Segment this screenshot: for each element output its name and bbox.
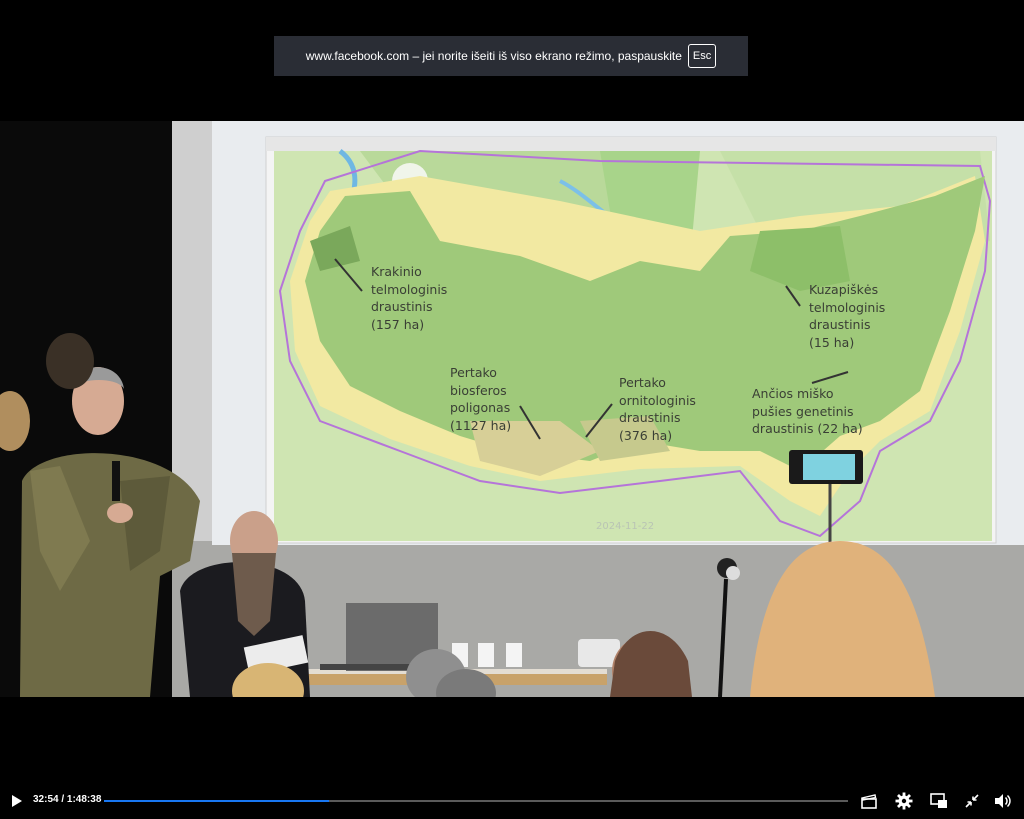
picture-in-picture-icon bbox=[930, 793, 947, 808]
player-controls: 32:54 / 1:48:38 bbox=[0, 786, 1024, 816]
play-icon bbox=[12, 795, 22, 807]
gear-icon bbox=[895, 792, 913, 810]
volume-button[interactable] bbox=[992, 786, 1014, 816]
volume-icon bbox=[995, 794, 1011, 808]
esc-key-badge: Esc bbox=[687, 44, 717, 68]
map-label-krakinio: Krakinio telmologinis draustinis (157 ha… bbox=[371, 264, 448, 332]
exit-fullscreen-icon bbox=[965, 794, 979, 808]
pip-button[interactable] bbox=[928, 786, 950, 816]
fullscreen-notice: www.facebook.com – jei norite išeiti iš … bbox=[274, 36, 748, 76]
slide-date: 2024-11-22 bbox=[596, 521, 655, 532]
time-display: 32:54 / 1:48:38 bbox=[33, 794, 102, 805]
video-frame[interactable]: Krakinio telmologinis draustinis (157 ha… bbox=[0, 121, 1024, 697]
clip-button[interactable] bbox=[859, 786, 879, 816]
map-label-ancios: Ančios miško pušies genetinis draustinis… bbox=[752, 386, 863, 436]
play-button[interactable] bbox=[8, 786, 26, 816]
map-label-pertako-ornitologinis: Pertako ornitologinis draustinis (376 ha… bbox=[619, 375, 696, 443]
fullscreen-notice-text: www.facebook.com – jei norite išeiti iš … bbox=[305, 49, 682, 63]
exit-fullscreen-button[interactable] bbox=[962, 786, 982, 816]
map-label-kuzapiskes: Kuzapiškės telmologinis draustinis (15 h… bbox=[809, 282, 886, 350]
video-scene bbox=[0, 121, 1024, 697]
map-label-pertako-biosferos: Pertako biosferos poligonas (1127 ha) bbox=[450, 365, 512, 433]
clapperboard-icon bbox=[861, 794, 877, 809]
progress-fill bbox=[104, 800, 330, 802]
settings-button[interactable] bbox=[893, 786, 915, 816]
progress-bar[interactable] bbox=[104, 800, 848, 802]
